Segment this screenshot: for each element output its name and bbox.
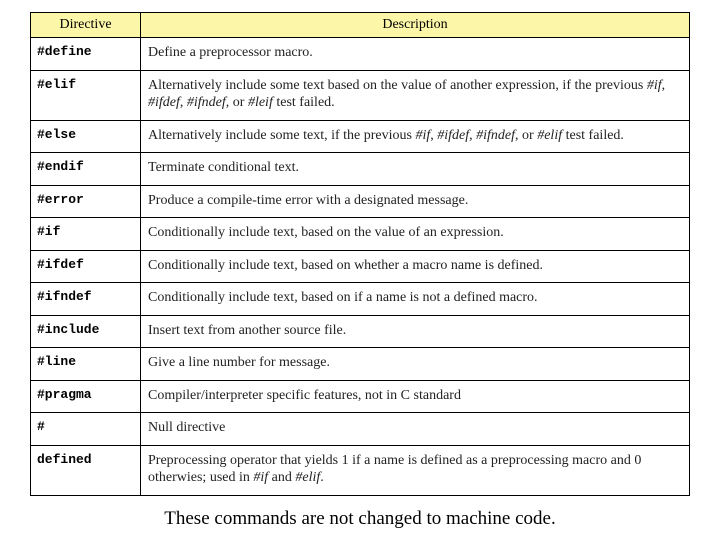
directive-cell: #line [31, 348, 141, 381]
header-directive: Directive [31, 13, 141, 38]
table-row: defined Preprocessing operator that yiel… [31, 445, 690, 495]
table-row: #include Insert text from another source… [31, 315, 690, 348]
table-row: #endif Terminate conditional text. [31, 153, 690, 186]
directive-cell: #ifndef [31, 283, 141, 316]
directive-cell: #if [31, 218, 141, 251]
directive-cell: defined [31, 445, 141, 495]
description-cell: Conditionally include text, based on if … [141, 283, 690, 316]
description-cell: Produce a compile-time error with a desi… [141, 185, 690, 218]
directive-cell: #endif [31, 153, 141, 186]
description-cell: Conditionally include text, based on whe… [141, 250, 690, 283]
directive-cell: #pragma [31, 380, 141, 413]
description-cell: Conditionally include text, based on the… [141, 218, 690, 251]
table-row: #line Give a line number for message. [31, 348, 690, 381]
directive-cell: #else [31, 120, 141, 153]
table-row: #define Define a preprocessor macro. [31, 38, 690, 71]
table-row: #ifdef Conditionally include text, based… [31, 250, 690, 283]
directive-table: Directive Description #define Define a p… [30, 12, 690, 496]
description-cell: Insert text from another source file. [141, 315, 690, 348]
directive-cell: #define [31, 38, 141, 71]
description-cell: Terminate conditional text. [141, 153, 690, 186]
description-cell: Define a preprocessor macro. [141, 38, 690, 71]
caption-text: These commands are not changed to machin… [30, 496, 690, 530]
description-cell: Alternatively include some text based on… [141, 70, 690, 120]
table-row: #ifndef Conditionally include text, base… [31, 283, 690, 316]
table-row: #error Produce a compile-time error with… [31, 185, 690, 218]
description-cell: Alternatively include some text, if the … [141, 120, 690, 153]
directive-cell: # [31, 413, 141, 446]
description-cell: Preprocessing operator that yields 1 if … [141, 445, 690, 495]
directive-cell: #elif [31, 70, 141, 120]
description-cell: Give a line number for message. [141, 348, 690, 381]
description-cell: Compiler/interpreter specific features, … [141, 380, 690, 413]
directive-cell: #error [31, 185, 141, 218]
table-row: #elif Alternatively include some text ba… [31, 70, 690, 120]
table-row: #pragma Compiler/interpreter specific fe… [31, 380, 690, 413]
table-row: #else Alternatively include some text, i… [31, 120, 690, 153]
table-row: #if Conditionally include text, based on… [31, 218, 690, 251]
directive-cell: #ifdef [31, 250, 141, 283]
directive-cell: #include [31, 315, 141, 348]
table-row: # Null directive [31, 413, 690, 446]
header-description: Description [141, 13, 690, 38]
table-header-row: Directive Description [31, 13, 690, 38]
description-cell: Null directive [141, 413, 690, 446]
